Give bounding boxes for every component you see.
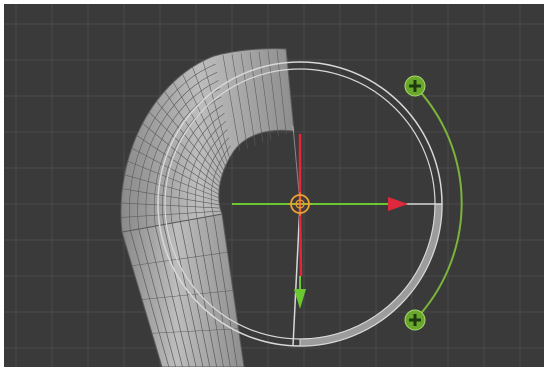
- top-plus-handle[interactable]: [404, 75, 426, 97]
- gizmo-radius-bottom: [292, 203, 301, 347]
- 3d-viewport[interactable]: [4, 4, 544, 367]
- gizmo-angle-arc[interactable]: [414, 85, 463, 321]
- pivot-target-icon[interactable]: [288, 192, 312, 216]
- x-axis-arrowhead[interactable]: [388, 197, 408, 211]
- bottom-plus-handle[interactable]: [404, 309, 426, 331]
- tube-straight-section[interactable]: [121, 213, 245, 367]
- transform-axes[interactable]: [232, 134, 408, 309]
- viewport-scene[interactable]: [4, 4, 544, 367]
